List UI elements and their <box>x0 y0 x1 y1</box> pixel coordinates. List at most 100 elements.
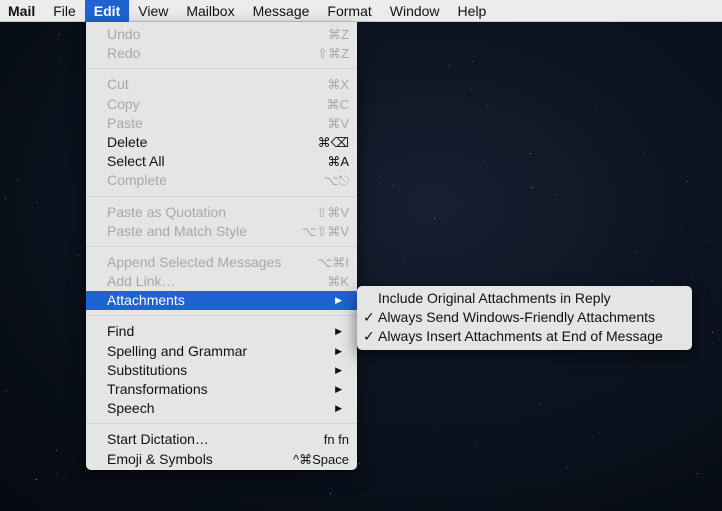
star-dot <box>473 61 474 62</box>
submenu-item-label: Always Insert Attachments at End of Mess… <box>378 328 663 345</box>
menu-item-delete[interactable]: Delete ⌘⌫ <box>86 133 357 152</box>
star-dot <box>690 273 691 274</box>
submenu-item-insert-attachments-at-end[interactable]: ✓ Always Insert Attachments at End of Me… <box>357 327 692 346</box>
menu-item-label: Copy <box>107 95 140 112</box>
menu-item-label: Emoji & Symbols <box>107 450 213 467</box>
shortcut-label: ⌘Z <box>328 27 349 42</box>
menubar-app-mail[interactable]: Mail <box>0 0 44 22</box>
menubar-view[interactable]: View <box>129 0 177 22</box>
shortcut-label: ⌥⎋ <box>323 173 349 189</box>
attachments-submenu: Include Original Attachments in Reply ✓ … <box>357 286 692 350</box>
menu-item-select-all[interactable]: Select All ⌘A <box>86 152 357 171</box>
shortcut-label: fn fn <box>323 432 349 448</box>
star-dot <box>687 181 688 182</box>
menu-item-paste[interactable]: Paste ⌘V <box>86 114 357 133</box>
star-dot <box>531 187 532 188</box>
menu-separator <box>86 245 357 247</box>
menubar-window[interactable]: Window <box>381 0 449 22</box>
menu-separator <box>86 195 357 197</box>
menu-item-label: Start Dictation… <box>107 431 209 448</box>
menu-item-label: Substitutions <box>107 361 188 378</box>
submenu-item-windows-friendly-attachments[interactable]: ✓ Always Send Windows-Friendly Attachmen… <box>357 308 692 327</box>
submenu-item-label: Always Send Windows-Friendly Attachments <box>378 309 655 326</box>
star-dot <box>712 332 713 333</box>
shortcut-label: ⌥⇧⌘V <box>301 223 349 239</box>
submenu-arrow-icon: ▶ <box>335 326 342 337</box>
star-dot <box>636 252 637 253</box>
menubar-edit[interactable]: Edit <box>84 0 130 22</box>
menu-item-spelling-and-grammar[interactable]: Spelling and Grammar ▶ <box>86 342 357 361</box>
menu-item-transformations[interactable]: Transformations ▶ <box>86 380 357 399</box>
star-dot <box>556 194 557 195</box>
menu-item-emoji-and-symbols[interactable]: Emoji & Symbols ^⌘Space <box>86 450 357 469</box>
star-dot <box>78 255 79 256</box>
menu-item-label: Redo <box>107 45 141 62</box>
menu-bar: Mail File Edit View Mailbox Message Form… <box>0 0 722 22</box>
menubar-format[interactable]: Format <box>318 0 380 22</box>
star-dot <box>530 153 531 154</box>
star-dot <box>470 89 471 90</box>
submenu-arrow-icon: ▶ <box>335 345 342 356</box>
menu-item-redo[interactable]: Redo ⇧⌘Z <box>86 44 357 63</box>
edit-menu: Undo ⌘Z Redo ⇧⌘Z Cut ⌘X Copy ⌘C Paste ⌘V… <box>86 22 357 470</box>
submenu-item-include-original-attachments[interactable]: Include Original Attachments in Reply <box>357 289 692 308</box>
menu-item-undo[interactable]: Undo ⌘Z <box>86 25 357 44</box>
menu-item-find[interactable]: Find ▶ <box>86 322 357 341</box>
star-dot <box>449 65 450 66</box>
menu-item-complete[interactable]: Complete ⌥⎋ <box>86 171 357 190</box>
menu-item-label: Complete <box>107 172 167 189</box>
menu-item-label: Add Link… <box>107 273 176 290</box>
menu-item-paste-and-match-style[interactable]: Paste and Match Style ⌥⇧⌘V <box>86 222 357 241</box>
star-dot <box>483 160 484 161</box>
star-dot <box>330 493 331 494</box>
star-dot <box>645 152 646 153</box>
menu-item-paste-as-quotation[interactable]: Paste as Quotation ⇧⌘V <box>86 203 357 222</box>
menu-separator <box>86 315 357 317</box>
menu-item-cut[interactable]: Cut ⌘X <box>86 75 357 94</box>
star-dot <box>709 240 710 241</box>
menu-item-start-dictation[interactable]: Start Dictation… fn fn <box>86 430 357 449</box>
menu-item-label: Append Selected Messages <box>107 253 282 270</box>
submenu-arrow-icon: ▶ <box>335 384 342 394</box>
star-dot <box>597 105 598 106</box>
menu-item-label: Cut <box>107 76 129 93</box>
menubar-message[interactable]: Message <box>244 0 319 22</box>
star-dot <box>434 218 435 219</box>
menu-item-label: Attachments <box>107 292 185 309</box>
star-dot <box>6 390 7 391</box>
menu-item-label: Paste as Quotation <box>107 203 227 220</box>
menubar-mailbox[interactable]: Mailbox <box>177 0 243 22</box>
star-dot <box>379 176 380 177</box>
menu-item-label: Delete <box>107 133 148 150</box>
submenu-arrow-icon: ▶ <box>335 403 342 414</box>
menu-item-label: Paste <box>107 114 143 131</box>
star-dot <box>403 260 404 261</box>
submenu-item-label: Include Original Attachments in Reply <box>378 290 611 306</box>
shortcut-label: ⌘C <box>326 96 349 112</box>
menu-separator <box>86 68 357 70</box>
shortcut-label: ⌘A <box>327 154 349 170</box>
shortcut-label: ⇧⌘V <box>316 204 349 220</box>
menu-item-label: Spelling and Grammar <box>107 342 248 359</box>
menu-item-attachments[interactable]: Attachments ▶ <box>86 291 357 311</box>
shortcut-label: ⌘X <box>327 77 349 93</box>
star-dot <box>36 479 37 480</box>
star-dot <box>359 463 360 464</box>
shortcut-label: ⌘K <box>327 274 349 290</box>
star-dot <box>5 198 6 199</box>
menubar-help[interactable]: Help <box>449 0 496 22</box>
menu-item-add-link[interactable]: Add Link… ⌘K <box>86 272 357 291</box>
menubar-file[interactable]: File <box>44 0 85 22</box>
checkmark-icon: ✓ <box>363 328 375 345</box>
menu-item-label: Speech <box>107 400 155 417</box>
menu-item-append-selected-messages[interactable]: Append Selected Messages ⌥⌘I <box>86 253 357 272</box>
star-dot <box>37 202 38 203</box>
menu-item-label: Transformations <box>107 381 208 397</box>
menu-item-speech[interactable]: Speech ▶ <box>86 399 357 418</box>
star-dot <box>57 473 58 474</box>
star-dot <box>59 57 60 58</box>
star-dot <box>652 280 653 281</box>
menu-item-label: Paste and Match Style <box>107 222 248 239</box>
menu-item-substitutions[interactable]: Substitutions ▶ <box>86 361 357 380</box>
menu-item-copy[interactable]: Copy ⌘C <box>86 95 357 114</box>
